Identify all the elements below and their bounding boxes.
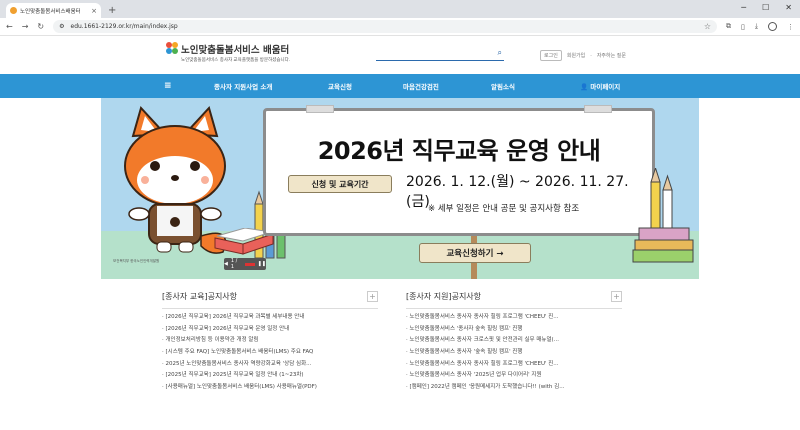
list-item[interactable]: · [시스템 주요 FAQ] 노인맞춤돌봄서비스 배움터(LMS) 주요 FAQ (162, 347, 378, 359)
address-toolbar: ← → ↻ ⚙ edu.1661-2129.or.kr/main/index.j… (0, 18, 800, 36)
apply-education-button[interactable]: 교육신청하기 → (419, 243, 531, 263)
forward-icon[interactable]: → (22, 22, 29, 31)
logo-title: 노인맞춤돌봄서비스 배움터 (181, 45, 290, 56)
extensions-icon[interactable]: ⧉ (726, 22, 731, 31)
login-button[interactable]: 로그인 (540, 50, 562, 61)
period-label: 신청 및 교육기간 (288, 175, 392, 193)
divider (162, 308, 378, 309)
main-nav: ≡ 종사자 지원사업 소개 교육신청 마음건강검진 알림소식 👤 마이페이지 (0, 74, 800, 98)
more-plus-icon[interactable]: + (611, 291, 622, 302)
list-item[interactable]: · 노인맞춤돌봄서비스 종사자 '2025년 업무 다이어리' 지원 (406, 370, 622, 382)
maximize-icon[interactable]: ☐ (762, 3, 769, 12)
list-item[interactable]: · 노인맞춤돌봄서비스 종사자 크로스핏 및 안전관리 실무 매뉴얼(... (406, 335, 622, 347)
list-item[interactable]: · 노인맞춤돌봄서비스 종사자 종사자 힐링 프로그램 'CHEEU' 진... (406, 312, 622, 324)
divider (406, 308, 622, 309)
list-item[interactable]: · 2025년 노인맞춤돌봄서비스 종사자 역량강화교육 '상담 심화... (162, 359, 378, 371)
divider: · (590, 52, 592, 59)
notices-support-title[interactable]: [종사자 지원]공지사항 (406, 291, 622, 308)
url-bar[interactable]: ⚙ edu.1661-2129.or.kr/main/index.jsp ☆ (53, 20, 718, 33)
list-item[interactable]: · 노인맞춤돌봄서비스 종사자 '숲속 힐링 캠프' 진행 (406, 347, 622, 359)
profile-icon[interactable] (768, 22, 777, 31)
site-info-icon[interactable]: ⚙ (59, 23, 64, 30)
utility-links: 로그인 회원가입 · 자주하는 질문 (540, 50, 626, 61)
url-text: edu.1661-2129.or.kr/main/index.jsp (70, 23, 178, 30)
schedule-note: ※ 세부 일정은 안내 공문 및 공지사항 참조 (428, 204, 580, 214)
list-item[interactable]: · [사용매뉴얼] 노인맞춤돌봄서비스 배움터(LMS) 사용매뉴얼(PDF) (162, 382, 378, 394)
slide-controls: ◀ 1 / 1 ❚❚ (224, 258, 266, 270)
bookmark-star-icon[interactable]: ☆ (704, 22, 711, 31)
list-item[interactable]: · 노인맞춤돌봄서비스 '종사자 숲속 힐링 캠프' 진행 (406, 324, 622, 336)
slide-progress (244, 262, 255, 266)
browser-tools: ⧉ ▯ ⤓ ⋮ (726, 22, 794, 31)
books-pencils-illustration (632, 168, 694, 263)
search-input[interactable] (376, 54, 486, 67)
browser-tab[interactable]: 노인맞춤돌봄서비스배움터 × (6, 3, 101, 18)
list-item[interactable]: · [2026년 직무교육] 2026년 직무교육 운영 일정 안내 (162, 324, 378, 336)
notice-board: 2026년 직무교육 운영 안내 신청 및 교육기간 2026. 1. 12.(… (263, 105, 655, 236)
notices-section: [종사자 교육]공지사항 + · [2026년 직무교육] 2026년 직무교육… (0, 279, 800, 399)
notices-education-title[interactable]: [종사자 교육]공지사항 (162, 291, 378, 308)
hamburger-menu-icon[interactable]: ≡ (164, 81, 196, 91)
pause-slide-icon[interactable]: ❚❚ (258, 261, 266, 267)
close-tab-icon[interactable]: × (91, 7, 97, 15)
browser-tabbar: 노인맞춤돌봄서비스배움터 × + ─ ☐ ✕ (0, 0, 800, 18)
back-icon[interactable]: ← (6, 22, 13, 31)
nav-item-mypage-label: 마이페이지 (590, 83, 621, 91)
new-tab-icon[interactable]: + (108, 5, 116, 16)
reload-icon[interactable]: ↻ (37, 22, 44, 31)
prev-slide-icon[interactable]: ◀ (224, 261, 228, 267)
org-logo: 보건복지부 한국노인인력개발원 (113, 259, 160, 263)
logo-subtitle: 노인맞춤돌봄서비스 종사자 교육플랫폼을 방문하셨습니다. (181, 58, 291, 63)
list-item[interactable]: · [캠페인] 2022년 캠페인 '응원메세지가 도착했습니다!! (with… (406, 382, 622, 394)
nav-item-checkup[interactable]: 마음건강검진 (403, 81, 439, 91)
notices-education: [종사자 교육]공지사항 + · [2026년 직무교육] 2026년 직무교육… (162, 291, 378, 394)
menu-dots-icon[interactable]: ⋮ (787, 23, 794, 31)
notices-support: [종사자 지원]공지사항 + · 노인맞춤돌봄서비스 종사자 종사자 힐링 프로… (406, 291, 622, 394)
signup-link[interactable]: 회원가입 (567, 52, 585, 59)
logo-mark-icon (166, 42, 178, 54)
search-box: ⌕ (376, 47, 504, 67)
more-plus-icon[interactable]: + (367, 291, 378, 302)
list-item[interactable]: · [2025년 직무교육] 2025년 직무교육 일정 안내 (1~23차) (162, 370, 378, 382)
list-item[interactable]: · 노인맞춤돌봄서비스 종사자 종사자 힐링 프로그램 'CHEEU' 진... (406, 359, 622, 371)
window-controls: ─ ☐ ✕ (741, 3, 792, 12)
slide-info: 1 / 1 (230, 258, 238, 270)
nav-item-mypage[interactable]: 👤 마이페이지 (580, 81, 620, 91)
list-item[interactable]: · 개인정보처리방침 등 이용약관 개정 알림 (162, 335, 378, 347)
user-icon: 👤 (580, 83, 589, 91)
board-tape (306, 105, 334, 113)
close-window-icon[interactable]: ✕ (785, 3, 792, 12)
site-header: 노인맞춤돌봄서비스 배움터 노인맞춤돌봄서비스 종사자 교육플랫폼을 방문하셨습… (0, 36, 800, 74)
minimize-icon[interactable]: ─ (741, 3, 746, 12)
board-tape (584, 105, 612, 113)
site-favicon-icon (10, 7, 17, 14)
nav-item-intro[interactable]: 종사자 지원사업 소개 (214, 81, 272, 91)
nav-item-apply[interactable]: 교육신청 (328, 81, 352, 91)
faq-link[interactable]: 자주하는 질문 (597, 52, 626, 59)
list-item[interactable]: · [2026년 직무교육] 2026년 직무교육 과목별 세부내용 안내 (162, 312, 378, 324)
site-logo[interactable]: 노인맞춤돌봄서비스 배움터 노인맞춤돌봄서비스 종사자 교육플랫폼을 방문하셨습… (166, 42, 290, 63)
hero-title: 2026년 직무교육 운영 안내 (317, 137, 601, 165)
side-panel-icon[interactable]: ▯ (741, 23, 745, 31)
search-icon[interactable]: ⌕ (498, 48, 502, 58)
download-icon[interactable]: ⤓ (755, 22, 758, 31)
nav-item-news[interactable]: 알림소식 (491, 81, 515, 91)
tab-title: 노인맞춤돌봄서비스배움터 (20, 8, 81, 15)
hero-banner[interactable]: 2026년 직무교육 운영 안내 신청 및 교육기간 2026. 1. 12.(… (101, 98, 699, 279)
